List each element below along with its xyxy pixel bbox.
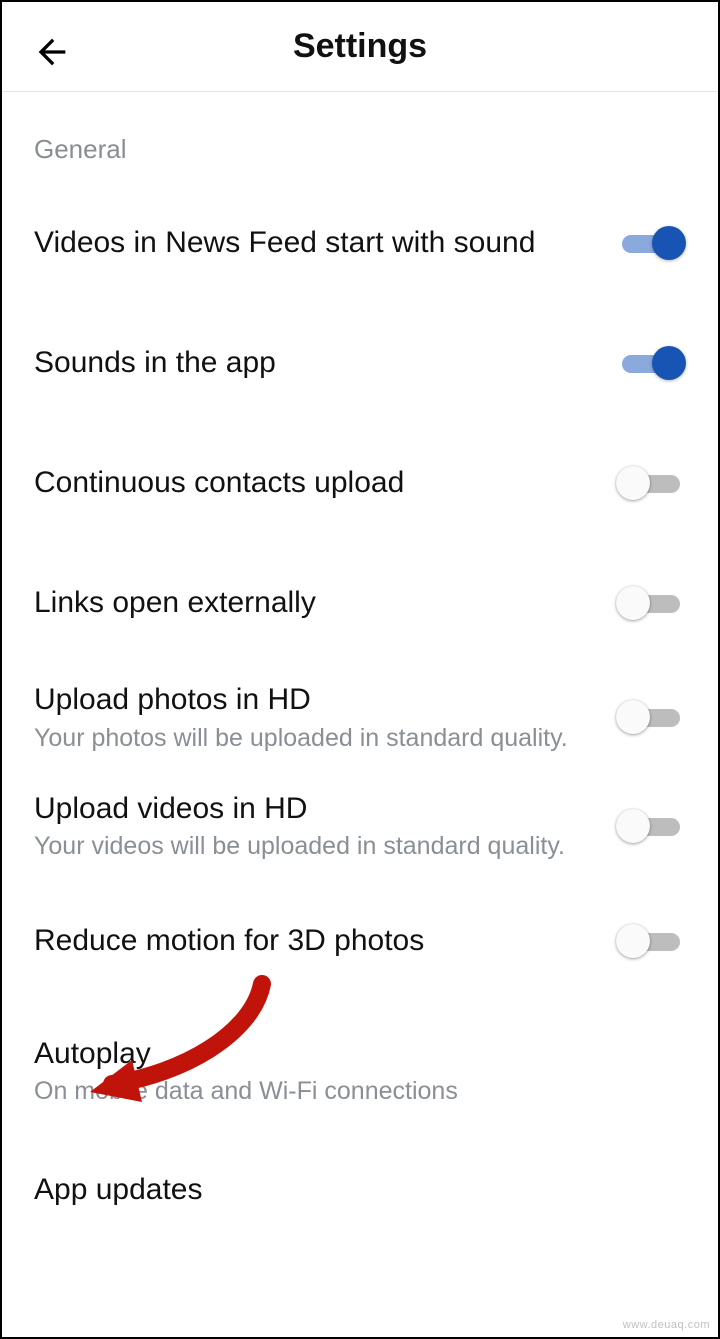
setting-label: App updates bbox=[34, 1171, 662, 1209]
toggle-videos-sound[interactable] bbox=[616, 223, 686, 263]
toggle-upload-photos-hd[interactable] bbox=[616, 697, 686, 737]
page-title: Settings bbox=[2, 27, 718, 66]
arrow-left-icon bbox=[32, 32, 72, 72]
setting-sublabel: Your photos will be uploaded in standard… bbox=[34, 723, 592, 754]
setting-label: Videos in News Feed start with sound bbox=[34, 224, 592, 262]
toggle-upload-videos-hd[interactable] bbox=[616, 806, 686, 846]
setting-label: Sounds in the app bbox=[34, 344, 592, 382]
setting-sounds-app[interactable]: Sounds in the app bbox=[2, 303, 718, 423]
setting-links-external[interactable]: Links open externally bbox=[2, 543, 718, 663]
toggle-contacts-upload[interactable] bbox=[616, 463, 686, 503]
setting-label: Upload videos in HD bbox=[34, 790, 592, 828]
back-button[interactable] bbox=[30, 30, 74, 74]
toggle-reduce-motion-3d[interactable] bbox=[616, 921, 686, 961]
watermark: www.deuaq.com bbox=[623, 1319, 710, 1331]
toggle-sounds-app[interactable] bbox=[616, 343, 686, 383]
setting-videos-sound[interactable]: Videos in News Feed start with sound bbox=[2, 183, 718, 303]
setting-label: Reduce motion for 3D photos bbox=[34, 922, 592, 960]
setting-upload-photos-hd[interactable]: Upload photos in HD Your photos will be … bbox=[2, 663, 718, 772]
header: Settings bbox=[2, 2, 718, 92]
setting-label: Autoplay bbox=[34, 1035, 662, 1073]
setting-label: Upload photos in HD bbox=[34, 681, 592, 719]
setting-app-updates[interactable]: App updates bbox=[2, 1125, 718, 1249]
setting-upload-videos-hd[interactable]: Upload videos in HD Your videos will be … bbox=[2, 772, 718, 881]
setting-label: Links open externally bbox=[34, 584, 592, 622]
setting-sublabel: Your videos will be uploaded in standard… bbox=[34, 831, 592, 862]
toggle-links-external[interactable] bbox=[616, 583, 686, 623]
settings-list: General Videos in News Feed start with s… bbox=[2, 92, 718, 1249]
section-general-label: General bbox=[2, 92, 718, 183]
setting-autoplay[interactable]: Autoplay On mobile data and Wi-Fi connec… bbox=[2, 1001, 718, 1126]
setting-contacts-upload[interactable]: Continuous contacts upload bbox=[2, 423, 718, 543]
setting-sublabel: On mobile data and Wi-Fi connections bbox=[34, 1076, 662, 1107]
setting-label: Continuous contacts upload bbox=[34, 464, 592, 502]
setting-reduce-motion-3d[interactable]: Reduce motion for 3D photos bbox=[2, 881, 718, 1001]
